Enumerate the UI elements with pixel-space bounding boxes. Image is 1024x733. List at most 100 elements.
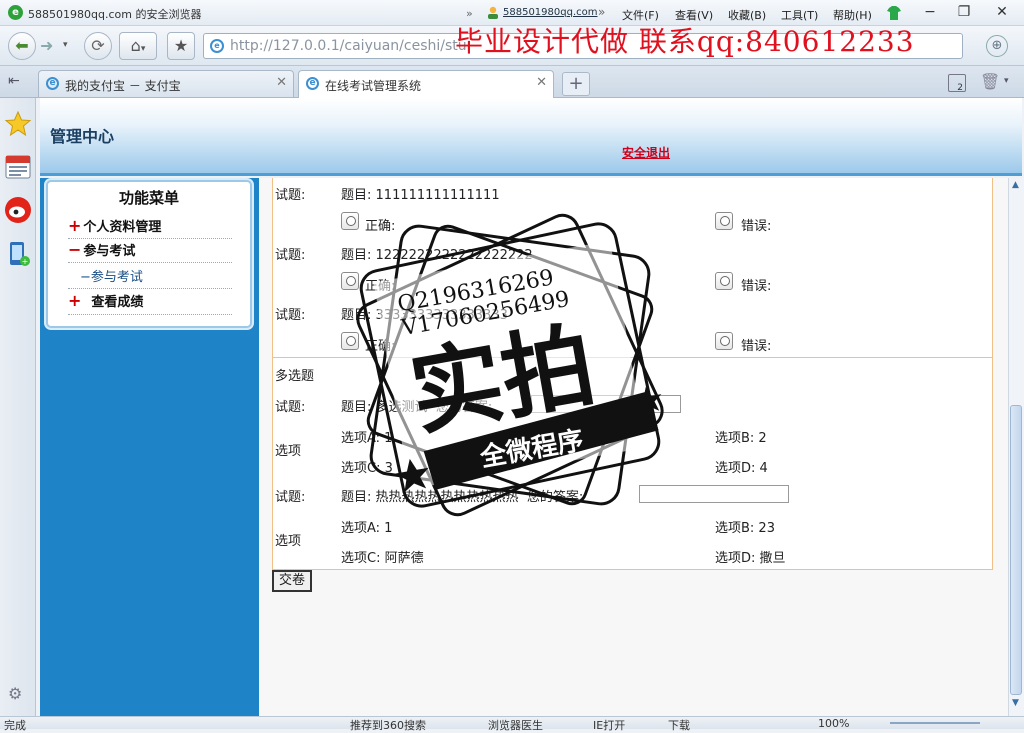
question-text: 题目: 3333333333333333 [341,308,508,323]
true-false-section [272,178,993,358]
shirt-icon[interactable] [886,5,902,21]
restore-button[interactable]: ❐ [949,2,979,22]
function-menu: 功能菜单 + 个人资料管理 − 参与考试 −参与考试 + 查看成绩 [46,180,252,328]
section-title: 多选题 [275,369,315,384]
option-true-label: 正确: [365,219,396,234]
tab-count-icon[interactable]: 2 [948,74,966,93]
radio-true[interactable] [341,272,359,290]
menu-divider [68,262,232,263]
address-text[interactable]: http://127.0.0.1/caiyuan/ceshi/stu [230,38,467,54]
sidebar-toggle-icon[interactable]: ⇤ [8,73,20,89]
tab-close-icon[interactable]: ✕ [276,75,287,90]
scroll-up-arrow-icon[interactable]: ▲ [1012,180,1019,190]
question-label: 试题: [275,248,306,263]
question-label: 试题: [275,490,306,505]
minimize-button[interactable]: − [915,2,945,22]
radio-true[interactable] [341,332,359,350]
menu-divider [68,288,232,289]
menu-item-exam[interactable]: − 参与考试 [68,240,135,259]
page-title: 管理中心 [50,127,115,146]
chevron-down-icon[interactable]: ▾ [1004,76,1009,86]
favorites-star-icon[interactable] [4,110,32,138]
tab-label: 我的支付宝 － 支付宝 [65,79,181,93]
option-false-label: 错误: [741,279,772,294]
tab-alipay[interactable]: e 我的支付宝 － 支付宝 ✕ [38,70,294,97]
trash-icon[interactable]: 🗑 [980,72,1000,91]
refresh-button[interactable]: ⟳ [84,32,112,60]
option-c: 选项C: 3 [341,461,393,476]
option-a: 选项A: 1 [341,431,393,446]
browser-logo-icon: e [8,5,23,20]
question-text: 题目: 热热热热热热热热热热热 您的答案: [341,490,584,505]
tab-label: 在线考试管理系统 [325,79,422,93]
option-a: 选项A: 1 [341,521,393,536]
close-window-button[interactable]: ✕ [987,2,1017,22]
ie-page-icon: e [306,77,319,90]
forward-arrow-icon[interactable]: ➜ [40,36,53,55]
status-download[interactable]: 下载 [668,717,690,733]
option-false-label: 错误: [741,219,772,234]
menu-item-scores[interactable]: + 查看成绩 [68,291,143,310]
option-b: 选项B: 23 [715,521,775,536]
scrollbar-thumb[interactable] [1010,405,1022,695]
contact-watermark: 毕业设计代做 联系qq:840612233 [455,25,915,58]
mobile-sync-icon[interactable]: + [4,240,32,268]
question-label: 试题: [275,308,306,323]
option-c: 选项C: 阿萨德 [341,551,424,566]
zoom-level[interactable]: 100% [818,717,849,730]
question-label: 试题: [275,400,306,415]
chevron-double-right-icon[interactable]: » [598,5,605,19]
option-true-label: 正确: [365,339,396,354]
scroll-down-arrow-icon[interactable]: ▼ [1012,698,1019,708]
zoom-slider[interactable] [890,722,980,724]
chevron-double-right-icon[interactable]: » [466,7,473,20]
question-text: 题目: 1222222222222222222 [341,248,533,263]
question-label: 试题: [275,188,306,203]
extension-add-icon[interactable]: ⊕ [986,35,1008,57]
submit-exam-button[interactable]: 交卷 [272,570,312,592]
status-bar: 完成 推荐到360搜索 浏览器医生 IE打开 下载 100% [0,716,1024,732]
answer-input[interactable] [639,485,789,503]
option-b: 选项B: 2 [715,431,767,446]
ie-page-icon: e [46,77,59,90]
new-tab-button[interactable]: + [562,72,590,96]
option-false-label: 错误: [741,339,772,354]
status-text: 完成 [4,719,26,732]
question-text: 题目: 111111111111111 [341,188,500,203]
radio-false[interactable] [715,332,733,350]
status-ie-open[interactable]: IE打开 [593,717,625,733]
svg-text:+: + [22,257,29,266]
chevron-down-icon[interactable]: ▾ [63,40,68,50]
weibo-icon[interactable] [4,196,32,224]
favorite-star-button[interactable]: ★ [167,32,195,60]
radio-false[interactable] [715,212,733,230]
menu-divider [68,314,232,315]
options-label: 选项 [275,534,302,549]
menu-subitem-exam[interactable]: −参与考试 [80,266,143,285]
tab-close-icon[interactable]: ✕ [536,75,547,90]
page-header: 管理中心 安全退出 [40,98,1022,176]
menu-divider [68,238,232,239]
app-sidebar [0,98,36,716]
radio-false[interactable] [715,272,733,290]
question-text: 题目: 多选测试 您的答案: [341,400,493,415]
status-browser-doctor[interactable]: 浏览器医生 [488,717,543,733]
menu-item-profile[interactable]: + 个人资料管理 [68,216,161,235]
news-icon[interactable] [4,153,32,181]
main-content: 试题: 题目: 111111111111111 正确: 错误: 试题: 题目: … [259,178,1008,716]
logout-link[interactable]: 安全退出 [622,144,670,161]
status-search[interactable]: 推荐到360搜索 [350,717,426,733]
home-button[interactable]: ⌂▾ [119,32,157,60]
radio-true[interactable] [341,212,359,230]
tab-exam-system[interactable]: e 在线考试管理系统 ✕ [298,70,554,98]
settings-gear-icon[interactable]: ⚙ [8,684,22,703]
window-title: 588501980qq.com 的安全浏览器 [28,8,202,21]
answer-input[interactable] [531,395,681,413]
user-icon[interactable] [486,5,500,19]
account-link[interactable]: 588501980qq.com [503,7,598,18]
ie-page-icon: e [210,39,224,53]
options-label: 选项 [275,444,302,459]
option-d: 选项D: 4 [715,461,768,476]
back-button[interactable]: ⬅ [8,32,36,60]
menu-title: 功能菜单 [118,189,179,207]
